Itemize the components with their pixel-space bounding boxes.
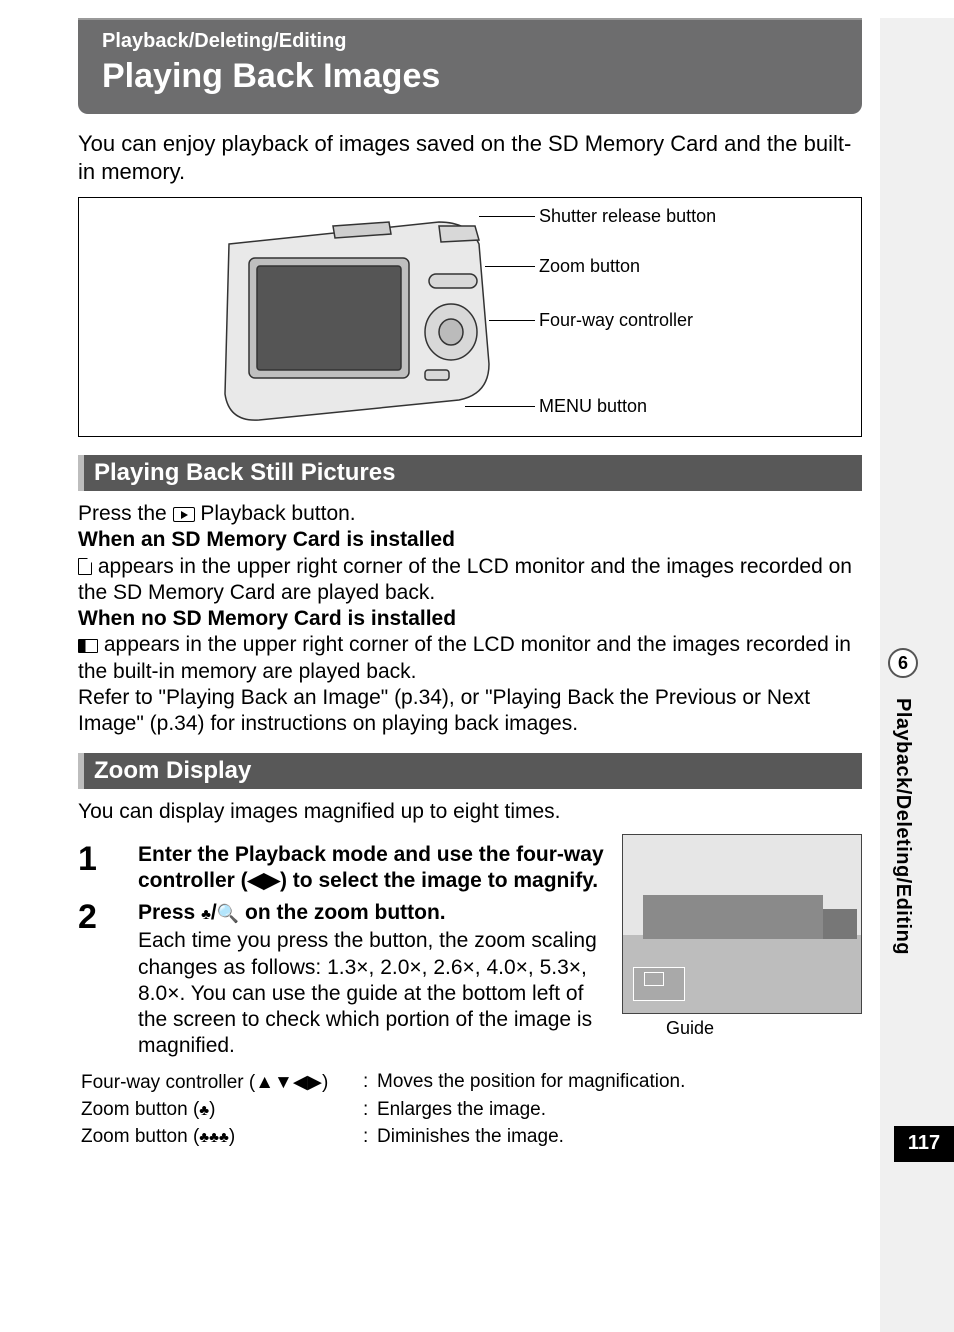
- zoom-figure: ▲ 🔍 2.0x ◀ ▶ ▼ Guide: [622, 834, 862, 1039]
- magnify-icon: 🔍: [217, 903, 239, 923]
- camera-illustration: [189, 204, 509, 432]
- section-body-still: Press the Playback button. When an SD Me…: [78, 501, 862, 737]
- step-1: 1 Enter the Playback mode and use the fo…: [78, 842, 610, 897]
- step2-head: Press ♣/🔍 on the zoom button.: [138, 900, 610, 926]
- three-trees-icon: ♣♣♣: [199, 1129, 229, 1146]
- internal-memory-icon: [78, 639, 98, 653]
- section-heading-still: Playing Back Still Pictures: [78, 455, 862, 491]
- camera-diagram: Shutter release button Zoom button Four-…: [78, 197, 862, 437]
- chapter-badge: 6: [888, 648, 918, 678]
- breadcrumb: Playback/Deleting/Editing: [102, 30, 844, 53]
- table-row: Zoom button (♣) : Enlarges the image.: [80, 1098, 686, 1123]
- table-row: Four-way controller (▲▼◀▶) : Moves the p…: [80, 1070, 686, 1096]
- zoomout-pre: Zoom button (: [81, 1126, 199, 1147]
- step2-body: Each time you press the button, the zoom…: [138, 929, 597, 1057]
- label-menu: MENU button: [539, 396, 647, 417]
- controls-table: Four-way controller (▲▼◀▶) : Moves the p…: [78, 1068, 688, 1152]
- page-number: 117: [894, 1126, 954, 1162]
- press-post: Playback button.: [195, 502, 356, 525]
- sd-text: appears in the upper right corner of the…: [78, 555, 852, 604]
- title-block: Playback/Deleting/Editing Playing Back I…: [78, 18, 862, 114]
- step2-post: on the zoom button.: [239, 901, 445, 924]
- zoomout-desc: Diminishes the image.: [376, 1125, 686, 1150]
- nosd-text: appears in the upper right corner of the…: [78, 633, 851, 682]
- fourway-label: Four-way controller (▲▼◀▶): [80, 1070, 360, 1096]
- step1-head: Enter the Playback mode and use the four…: [138, 842, 610, 895]
- zoomin-pre: Zoom button (: [81, 1099, 199, 1120]
- sd-heading: When an SD Memory Card is installed: [78, 528, 455, 551]
- press-pre: Press the: [78, 502, 173, 525]
- step-number-1: 1: [78, 842, 138, 897]
- guide-rect: [633, 967, 685, 1001]
- label-shutter: Shutter release button: [539, 206, 716, 227]
- single-tree-icon: ♣: [199, 1102, 209, 1119]
- playback-icon: [173, 507, 195, 522]
- zoom-intro: You can display images magnified up to e…: [78, 799, 862, 825]
- page: Playback/Deleting/Editing Playing Back I…: [0, 18, 880, 1192]
- label-fourway: Four-way controller: [539, 310, 693, 331]
- section-heading-zoom: Zoom Display: [78, 753, 862, 789]
- step-2: 2 Press ♣/🔍 on the zoom button. Each tim…: [78, 900, 610, 1060]
- nosd-heading: When no SD Memory Card is installed: [78, 607, 456, 630]
- lcd-preview: ▲ 🔍 2.0x ◀ ▶ ▼: [622, 834, 862, 1014]
- zoomout-post: ): [229, 1126, 235, 1147]
- step-number-2: 2: [78, 900, 138, 1060]
- zoomin-desc: Enlarges the image.: [376, 1098, 686, 1123]
- single-tree-icon: ♣: [201, 906, 211, 923]
- guide-caption: Guide: [666, 1018, 862, 1039]
- side-section-label: Playback/Deleting/Editing: [891, 698, 914, 955]
- refer-text: Refer to "Playing Back an Image" (p.34),…: [78, 686, 810, 735]
- table-row: Zoom button (♣♣♣) : Diminishes the image…: [80, 1125, 686, 1150]
- intro-text: You can enjoy playback of images saved o…: [78, 130, 862, 185]
- fourway-desc: Moves the position for magnification.: [376, 1070, 686, 1096]
- sd-card-icon: [78, 558, 92, 575]
- label-zoom: Zoom button: [539, 256, 640, 277]
- page-title: Playing Back Images: [102, 57, 844, 96]
- zoomin-post: ): [209, 1099, 215, 1120]
- step2-pre: Press: [138, 901, 201, 924]
